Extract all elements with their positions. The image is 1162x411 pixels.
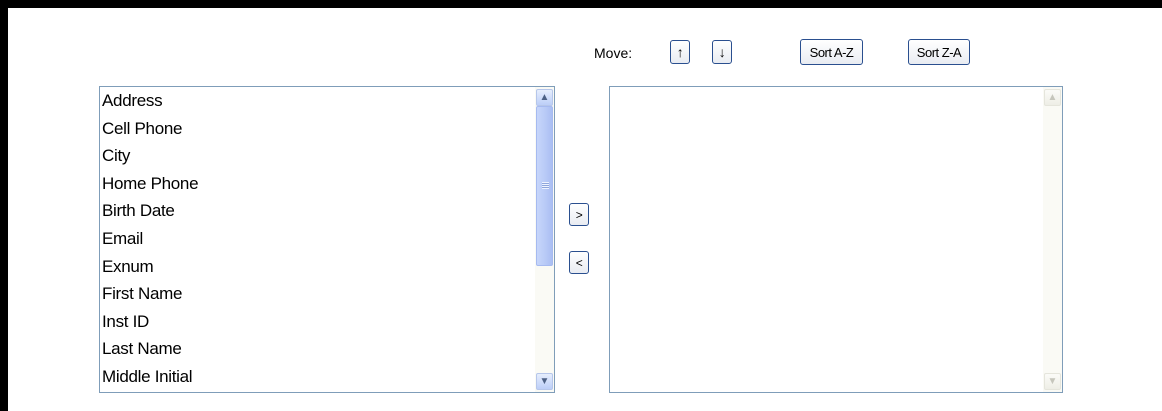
list-item[interactable]: City <box>102 142 534 170</box>
scroll-grip-icon <box>542 182 549 189</box>
available-fields-listbox[interactable]: Address Cell Phone City Home Phone Birth… <box>99 86 555 393</box>
list-item[interactable]: Middle Initial <box>102 363 534 391</box>
scroll-thumb[interactable] <box>536 106 553 266</box>
list-item[interactable]: Exnum <box>102 253 534 281</box>
sort-za-button[interactable]: Sort Z-A <box>908 39 970 65</box>
move-up-button[interactable]: ↑ <box>670 40 690 64</box>
list-item[interactable]: Address <box>102 87 534 115</box>
list-item[interactable]: Last Name <box>102 335 534 363</box>
sort-az-button[interactable]: Sort A-Z <box>800 39 863 65</box>
selected-fields-listbox[interactable]: ▲ ▼ <box>609 86 1063 393</box>
list-item[interactable]: Birth Date <box>102 197 534 225</box>
list-item[interactable]: Email <box>102 225 534 253</box>
scroll-down-arrow-icon[interactable]: ▼ <box>536 373 553 390</box>
list-item[interactable]: Cell Phone <box>102 115 534 143</box>
available-fields-options: Address Cell Phone City Home Phone Birth… <box>102 87 534 391</box>
scroll-up-arrow-icon: ▲ <box>1044 89 1061 106</box>
remove-from-selected-button[interactable]: < <box>569 251 589 274</box>
list-item[interactable]: Inst ID <box>102 308 534 336</box>
selected-fields-scrollbar: ▲ ▼ <box>1043 87 1062 392</box>
scroll-up-arrow-icon[interactable]: ▲ <box>536 89 553 106</box>
list-item[interactable]: First Name <box>102 280 534 308</box>
move-down-button[interactable]: ↓ <box>712 40 732 64</box>
add-to-selected-button[interactable]: > <box>569 203 589 226</box>
scroll-down-arrow-icon: ▼ <box>1044 373 1061 390</box>
available-fields-scrollbar[interactable]: ▲ ▼ <box>535 87 554 392</box>
list-item[interactable]: Home Phone <box>102 170 534 198</box>
move-label: Move: <box>594 45 633 61</box>
